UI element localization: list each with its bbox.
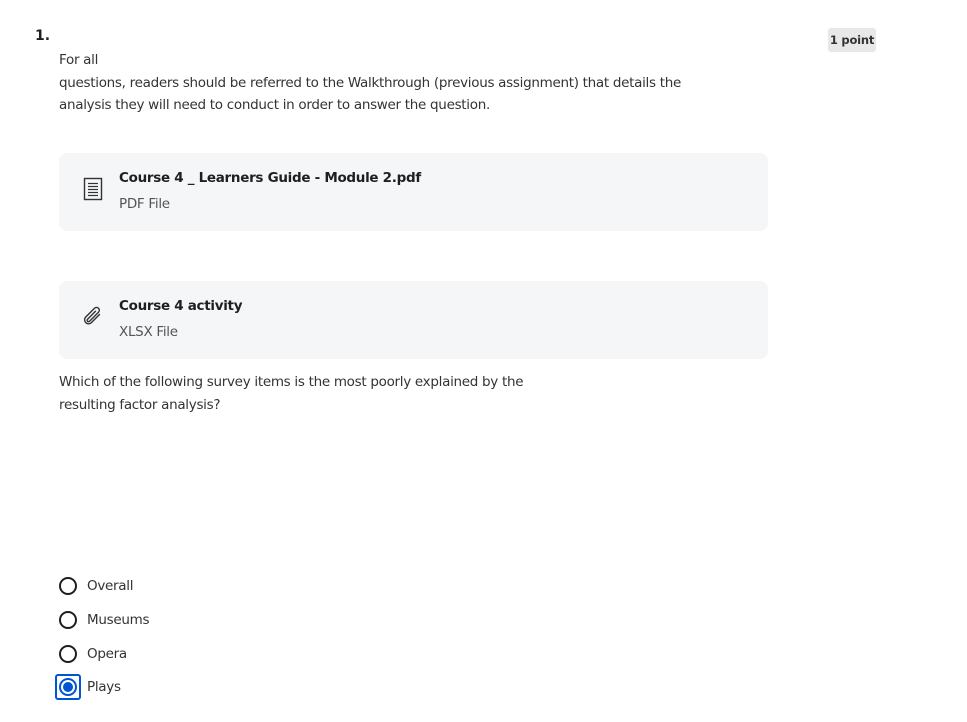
radio-button[interactable] <box>55 573 81 599</box>
option-opera[interactable]: Opera <box>55 640 127 668</box>
prompt-line: questions, readers should be referred to… <box>59 74 681 91</box>
attachment-pdf-card[interactable]: Course 4 _ Learners Guide - Module 2.pdf… <box>59 153 768 231</box>
paperclip-icon <box>81 304 105 330</box>
prompt-line: analysis they will need to conduct in or… <box>59 97 490 113</box>
option-museums[interactable]: Museums <box>55 606 149 634</box>
attachment-xlsx-card[interactable]: Course 4 activity XLSX File <box>59 281 768 359</box>
radio-button[interactable] <box>55 607 81 633</box>
option-label[interactable]: Opera <box>87 646 127 662</box>
option-plays[interactable]: Plays <box>55 673 121 701</box>
option-label[interactable]: Plays <box>87 679 121 695</box>
option-label[interactable]: Museums <box>87 612 149 628</box>
attachment-type: PDF File <box>119 196 170 212</box>
option-overall[interactable]: Overall <box>55 572 133 600</box>
question-number: 1. <box>35 28 51 44</box>
question-text: Which of the following survey items is t… <box>59 371 579 416</box>
attachment-title[interactable]: Course 4 _ Learners Guide - Module 2.pdf <box>119 170 421 186</box>
prompt-line: For all <box>59 52 99 68</box>
radio-button[interactable] <box>55 641 81 667</box>
question-line: Which of the following survey items is t… <box>59 374 524 390</box>
points-badge: 1 point <box>828 28 876 52</box>
attachment-title[interactable]: Course 4 activity <box>119 298 243 314</box>
document-icon <box>81 176 105 202</box>
attachment-type: XLSX File <box>119 324 178 340</box>
radio-selected-dot <box>63 682 73 692</box>
question-line: resulting factor analysis? <box>59 396 221 413</box>
option-label[interactable]: Overall <box>87 578 133 594</box>
radio-button-selected[interactable] <box>55 674 81 700</box>
question-prompt: For all questions, readers should be ref… <box>59 49 681 117</box>
